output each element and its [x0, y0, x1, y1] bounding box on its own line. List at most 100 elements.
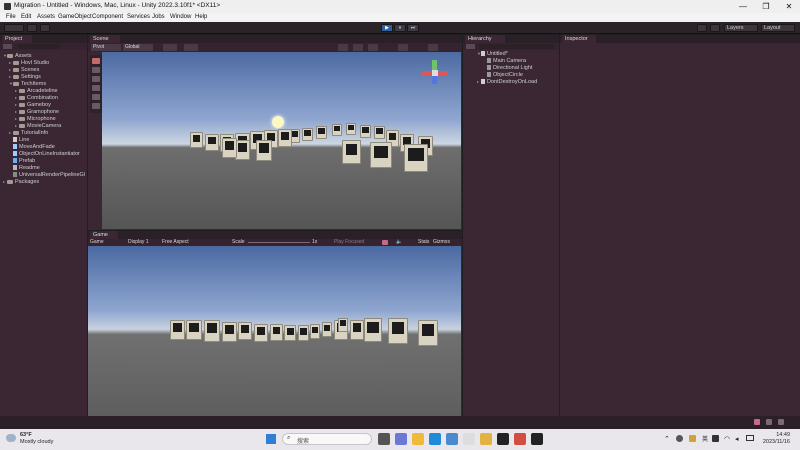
tree-item[interactable]: MoveAndFade [13, 144, 55, 150]
menu-gameobject[interactable]: GameObject [58, 14, 92, 20]
store-icon[interactable] [446, 433, 458, 445]
scene-root[interactable]: ▼ Untitled* [477, 51, 508, 57]
create-button[interactable] [466, 44, 475, 49]
scene-viewport[interactable] [102, 52, 461, 229]
step-button[interactable]: ⏭ [407, 24, 419, 32]
menu-help[interactable]: Help [195, 14, 207, 20]
tree-packages[interactable]: ▸ Packages [3, 179, 39, 185]
ime-indicator[interactable]: 英 [702, 434, 708, 443]
tree-item[interactable]: ▸ Combination [15, 95, 58, 101]
tree-item[interactable]: ▸ Gramophone [15, 109, 59, 115]
tree-item[interactable]: ObjectOnLineInstantiator [13, 151, 80, 157]
hierarchy-item[interactable]: Directional Light [487, 65, 532, 71]
tab-project[interactable]: Project [2, 35, 32, 43]
hand-tool-icon[interactable] [92, 58, 100, 64]
play-button[interactable]: ▶ [381, 24, 393, 32]
history-icon[interactable] [697, 24, 707, 32]
tree-item[interactable]: ▸ Scenes [9, 67, 39, 73]
menu-window[interactable]: Window [170, 14, 191, 20]
tree-item[interactable]: UniversalRenderPipelineGl [13, 172, 85, 178]
layout-dropdown[interactable]: Layout [761, 24, 795, 32]
hierarchy-item[interactable]: Main Camera [487, 58, 526, 64]
chrome-icon[interactable] [514, 433, 526, 445]
wifi-icon[interactable]: ◠ [724, 435, 730, 443]
tree-item[interactable]: ▸ Hovl Studio [9, 60, 49, 66]
cloud-icon[interactable] [27, 24, 37, 32]
lighting-toggle-icon[interactable] [368, 44, 378, 51]
app-icon[interactable] [463, 433, 475, 445]
snap-increment-button[interactable] [184, 44, 198, 51]
tree-item[interactable]: Prefab [13, 158, 35, 164]
pause-button[interactable]: ⏸ [394, 24, 406, 32]
menu-jobs[interactable]: Jobs [152, 14, 165, 20]
menu-services[interactable]: Services [127, 14, 150, 20]
layers-dropdown[interactable]: Layers [724, 24, 758, 32]
clock-time[interactable]: 14:49 [760, 432, 790, 438]
project-search-input[interactable] [18, 44, 60, 49]
gizmos-button[interactable] [398, 44, 408, 51]
display-dropdown[interactable]: Display 1 [128, 239, 149, 246]
tree-item[interactable]: ▸ Arcadeteline [15, 88, 58, 94]
add-asset-button[interactable] [3, 44, 12, 49]
gizmos-toggle[interactable]: Gizmos [433, 239, 450, 246]
search-icon[interactable] [710, 24, 720, 32]
tab-inspector[interactable]: Inspector [562, 35, 596, 43]
tab-hierarchy[interactable]: Hierarchy [465, 35, 505, 43]
scale-slider[interactable] [248, 242, 310, 243]
clock-date[interactable]: 2023/11/16 [756, 439, 790, 445]
tree-item[interactable]: ▼ TechItems [9, 81, 46, 87]
unity-editor-icon[interactable] [531, 433, 543, 445]
scale-tool-icon[interactable] [92, 85, 100, 91]
dont-destroy-root[interactable]: ▸ DontDestroyOnLoad [477, 79, 537, 85]
pivot-dropdown[interactable]: Pivot [91, 44, 121, 51]
task-view-icon[interactable] [378, 433, 390, 445]
tree-assets[interactable]: ▼ Assets [3, 53, 32, 59]
menu-edit[interactable]: Edit [21, 14, 31, 20]
cloud-weather-icon[interactable] [6, 434, 16, 442]
stats-button[interactable]: Stats [418, 239, 429, 246]
tray-chevron-icon[interactable]: ⌃ [664, 435, 670, 443]
tab-game[interactable]: Game [90, 231, 118, 239]
status-debug-icon[interactable] [766, 419, 772, 425]
taskbar-search[interactable]: ⌕ 搜索 [282, 433, 372, 445]
game-mode-dropdown[interactable]: Game [90, 239, 104, 246]
grid-snap-button[interactable] [163, 44, 177, 51]
camera-settings-icon[interactable] [428, 44, 438, 51]
hierarchy-item[interactable]: ObjectCircle [487, 72, 523, 78]
record-icon[interactable] [382, 240, 388, 245]
close-button[interactable]: ✕ [778, 1, 800, 12]
file-explorer-icon[interactable] [412, 433, 424, 445]
hierarchy-search-input[interactable] [479, 44, 555, 49]
aspect-dropdown[interactable]: Free Aspect [162, 239, 189, 246]
volume-icon[interactable]: ◂ [735, 435, 739, 443]
collab-icon[interactable] [40, 24, 50, 32]
transform-tool-icon[interactable] [92, 103, 100, 109]
rotate-tool-icon[interactable] [92, 76, 100, 82]
minimize-button[interactable]: — [732, 1, 754, 12]
2d-toggle-button[interactable] [353, 44, 363, 51]
play-focused-dropdown[interactable]: Play Focused [334, 239, 364, 246]
menu-component[interactable]: Component [92, 14, 123, 20]
tree-item[interactable]: ▸ MovieCamera [15, 123, 61, 129]
tree-item[interactable]: Line [13, 137, 29, 143]
tray-cloud-icon[interactable] [676, 435, 683, 442]
tray-app-icon[interactable] [689, 435, 696, 442]
rect-tool-icon[interactable] [92, 94, 100, 100]
edge-icon[interactable] [429, 433, 441, 445]
teams-icon[interactable] [395, 433, 407, 445]
global-dropdown[interactable]: Global [123, 44, 153, 51]
app-icon[interactable] [480, 433, 492, 445]
tree-item[interactable]: ▸ Settings [9, 74, 41, 80]
sun-light-icon[interactable] [272, 116, 284, 128]
battery-icon[interactable] [746, 435, 754, 441]
tab-scene[interactable]: Scene [90, 35, 120, 43]
menu-assets[interactable]: Assets [37, 14, 55, 20]
game-viewport[interactable] [88, 246, 461, 416]
status-progress-icon[interactable] [778, 419, 784, 425]
maximize-button[interactable]: ❐ [755, 1, 777, 12]
move-tool-icon[interactable] [92, 67, 100, 73]
keyboard-icon[interactable] [712, 435, 719, 442]
tree-item[interactable]: ▸ Microphone [15, 116, 56, 122]
orientation-gizmo[interactable] [422, 60, 448, 86]
account-button[interactable] [4, 24, 24, 32]
